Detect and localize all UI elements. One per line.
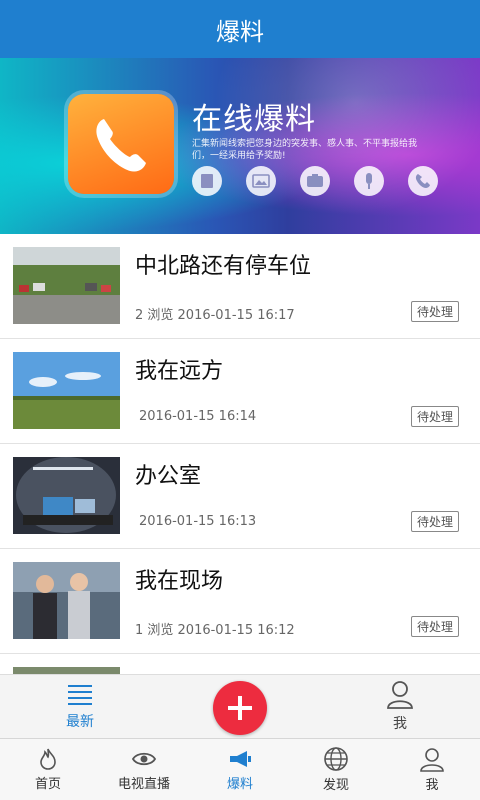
add-report-button[interactable] xyxy=(213,681,267,735)
page-title: 爆料 xyxy=(216,17,264,46)
tab-latest-label: 最新 xyxy=(66,714,94,730)
tab-me-label: 我 xyxy=(393,716,407,732)
status-badge: 待处理 xyxy=(410,511,459,532)
phone-icon xyxy=(408,166,438,196)
status-badge: 待处理 xyxy=(410,616,459,637)
bottom-nav: 首页 电视直播 爆料 发现 我 xyxy=(0,738,480,800)
item-title: 我在远方 xyxy=(135,359,224,384)
item-title: 中北路还有停车位 xyxy=(135,254,312,279)
item-meta: 2 浏览 2016-01-15 16:17 xyxy=(135,308,295,323)
thumbnail-office xyxy=(13,457,120,534)
phone-app-icon xyxy=(68,94,174,194)
item-title: 办公室 xyxy=(135,464,202,489)
text-icon xyxy=(192,166,222,196)
tab-latest[interactable]: 最新 xyxy=(55,681,105,731)
video-icon xyxy=(300,166,330,196)
flame-icon xyxy=(40,748,56,770)
nav-tv-live[interactable]: 电视直播 xyxy=(96,739,192,800)
list-item[interactable] xyxy=(0,654,480,674)
megaphone-icon xyxy=(230,751,251,767)
nav-me-label: 我 xyxy=(425,778,439,793)
globe-icon xyxy=(324,747,348,771)
item-meta: 2016-01-15 16:14 xyxy=(139,409,257,424)
plus-icon xyxy=(228,696,252,720)
nav-discover[interactable]: 发现 xyxy=(288,739,384,800)
list-item[interactable]: 办公室 2016-01-15 16:13 待处理 xyxy=(0,444,480,549)
banner[interactable]: 在线爆料 汇集新闻线索把您身边的突发事、感人事、不平事报给我们，一经采用给予奖励… xyxy=(0,58,480,234)
nav-me[interactable]: 我 xyxy=(384,739,480,800)
top-bar: 爆料 xyxy=(0,0,480,58)
nav-tv-live-label: 电视直播 xyxy=(117,777,170,792)
thumbnail-parking xyxy=(13,247,120,324)
eye-icon xyxy=(131,752,157,766)
status-badge: 待处理 xyxy=(410,301,459,322)
user-icon xyxy=(387,681,413,709)
item-meta: 2016-01-15 16:13 xyxy=(139,514,257,529)
nav-home-label: 首页 xyxy=(34,777,61,792)
nav-report-label: 爆料 xyxy=(226,777,253,792)
banner-description: 汇集新闻线索把您身边的突发事、感人事、不平事报给我们，一经采用给予奖励! xyxy=(192,139,418,161)
thumbnail-field xyxy=(13,352,120,429)
banner-icon-row xyxy=(192,166,438,196)
item-title: 我在现场 xyxy=(135,569,224,594)
report-list: 中北路还有停车位 2 浏览 2016-01-15 16:17 待处理 我在远方 … xyxy=(0,234,480,674)
tab-me[interactable]: 我 xyxy=(375,679,425,733)
list-item[interactable]: 中北路还有停车位 2 浏览 2016-01-15 16:17 待处理 xyxy=(0,234,480,339)
nav-home[interactable]: 首页 xyxy=(0,739,96,800)
nav-discover-label: 发现 xyxy=(322,778,349,793)
list-item[interactable]: 我在现场 1 浏览 2016-01-15 16:12 待处理 xyxy=(0,549,480,654)
status-badge: 待处理 xyxy=(410,406,459,427)
banner-title: 在线爆料 xyxy=(192,102,316,137)
nav-report[interactable]: 爆料 xyxy=(192,739,288,800)
list-lines-icon xyxy=(68,685,92,705)
user-icon xyxy=(420,748,444,772)
thumbnail-partial xyxy=(13,667,120,674)
list-item[interactable]: 我在远方 2016-01-15 16:14 待处理 xyxy=(0,339,480,444)
microphone-icon xyxy=(354,166,384,196)
item-meta: 1 浏览 2016-01-15 16:12 xyxy=(135,623,295,638)
image-icon xyxy=(246,166,276,196)
thumbnail-event xyxy=(13,562,120,639)
